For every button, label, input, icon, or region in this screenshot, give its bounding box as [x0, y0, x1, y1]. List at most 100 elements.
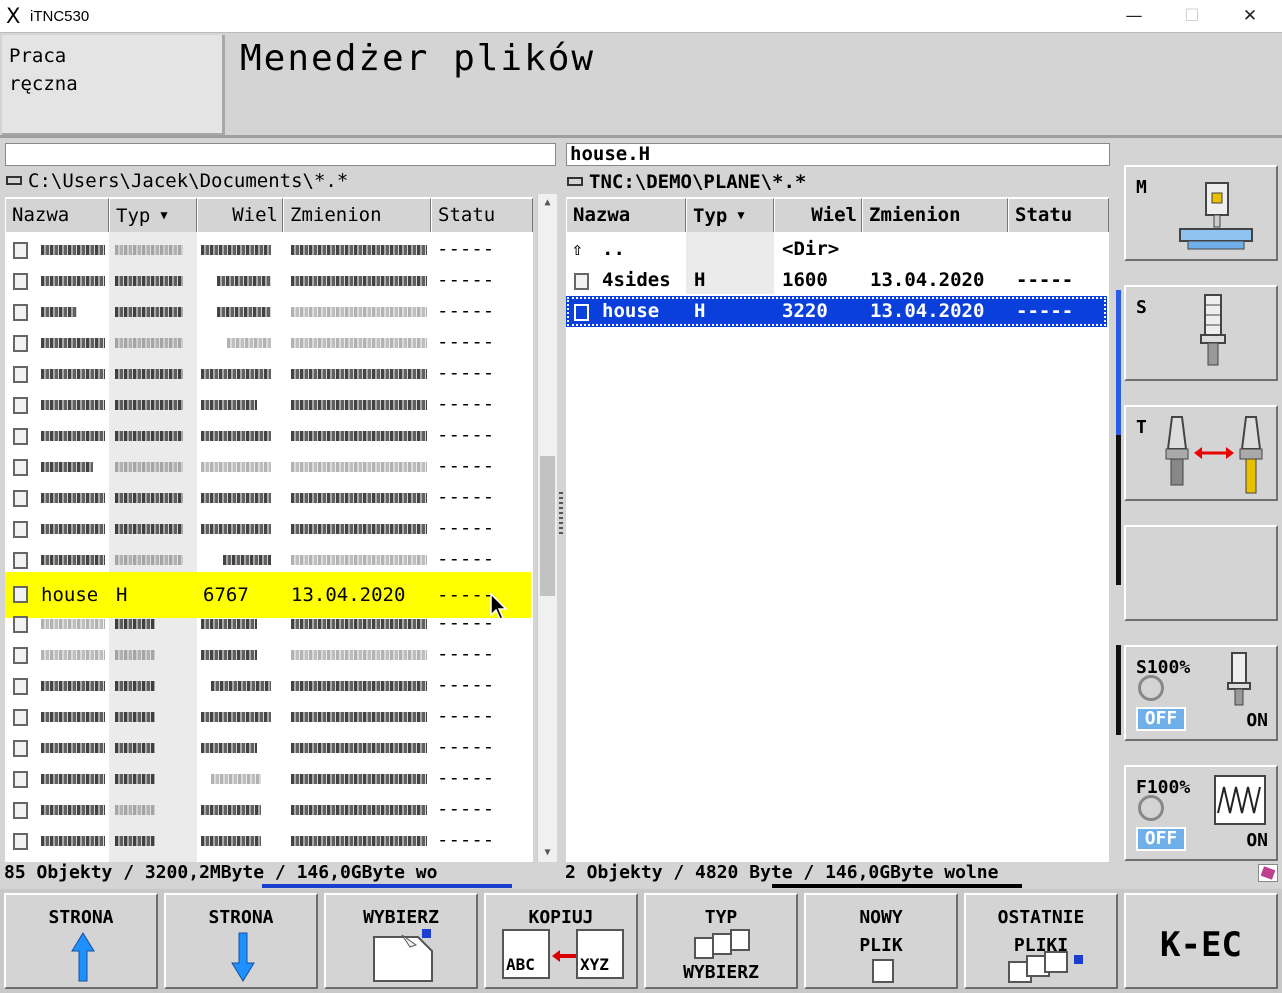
file-icon	[13, 459, 28, 476]
left-filter-input[interactable]	[5, 143, 556, 166]
machine-icon	[1179, 182, 1253, 250]
mouse-cursor-icon	[490, 593, 508, 620]
left-col-name[interactable]: Nazwa	[5, 198, 109, 233]
page-up-softkey[interactable]: STRONA	[4, 893, 158, 989]
right-col-size[interactable]: Wiel	[774, 198, 862, 233]
right-col-status[interactable]: Statu	[1008, 198, 1109, 233]
left-col-status[interactable]: Statu	[431, 198, 533, 233]
up-folder-icon: ⇧	[572, 239, 583, 260]
recent-files-softkey[interactable]: OSTATNIE PLIKI	[964, 893, 1118, 989]
s-override-on-label[interactable]: ON	[1246, 710, 1268, 731]
new-file-softkey[interactable]: NOWY PLIK	[804, 893, 958, 989]
file-icon	[13, 647, 28, 664]
file-icon	[13, 709, 28, 726]
right-col-type[interactable]: Typ ▼	[686, 198, 774, 233]
file-icon	[13, 366, 28, 383]
scroll-up-arrow-icon[interactable]: ▲	[538, 194, 557, 212]
list-item[interactable]: -----	[5, 513, 533, 544]
type-select-softkey[interactable]: TYP WYBIERZ	[644, 893, 798, 989]
list-item[interactable]: -----	[5, 701, 533, 732]
select-softkey[interactable]: WYBIERZ	[324, 893, 478, 989]
feed-zigzag-icon	[1214, 775, 1266, 825]
list-item[interactable]: -----	[5, 327, 533, 358]
right-filter-input[interactable]: house.H	[566, 143, 1110, 166]
file-icon	[13, 273, 28, 290]
right-pane-indicator	[772, 884, 1022, 888]
arrow-up-icon	[71, 932, 95, 982]
list-item[interactable]: -----	[5, 358, 533, 389]
left-col-size[interactable]: Wiel	[197, 198, 283, 233]
copy-softkey[interactable]: KOPIUJ ABC XYZ	[484, 893, 638, 989]
list-item[interactable]: -----	[5, 296, 533, 327]
selection-marker-icon	[1074, 955, 1083, 964]
file-icon	[13, 552, 28, 569]
list-item-highlighted[interactable]: house H 3220 13.04.2020 -----	[566, 296, 1107, 327]
left-file-list[interactable]: ----- ----- ----- ----- ----- ----- ----…	[5, 232, 533, 862]
end-softkey[interactable]: K-EC	[1124, 893, 1278, 989]
drive-icon	[6, 176, 22, 185]
list-item-parent-dir[interactable]: ⇧ .. <Dir>	[566, 234, 1109, 265]
t-tool-change-button[interactable]: T	[1124, 405, 1278, 501]
pane-splitter-handle[interactable]	[559, 492, 563, 534]
list-item[interactable]: -----	[5, 825, 533, 856]
s-override-button[interactable]: S100% OFF ON	[1124, 645, 1278, 741]
left-col-type[interactable]: Typ ▼	[109, 198, 197, 233]
list-item[interactable]: 4sides H 1600 13.04.2020 -----	[566, 265, 1109, 296]
list-item[interactable]: -----	[5, 608, 533, 639]
file-type-icon	[712, 933, 732, 955]
list-item[interactable]: -----	[5, 794, 533, 825]
spindle-icon	[1200, 294, 1226, 366]
file-icon	[13, 242, 28, 259]
list-item[interactable]: -----	[5, 234, 533, 265]
list-item[interactable]: -----	[5, 420, 533, 451]
f-override-on-label[interactable]: ON	[1246, 830, 1268, 851]
scroll-thumb[interactable]	[540, 456, 555, 596]
list-item[interactable]: -----	[5, 544, 533, 575]
side-scroll-track-lower	[1116, 645, 1121, 735]
s-spindle-button[interactable]: S	[1124, 285, 1278, 381]
maximize-button[interactable]: ☐	[1163, 0, 1221, 33]
right-path: TNC:\DEMO\PLANE\*.*	[589, 171, 807, 193]
list-item[interactable]: -----	[5, 670, 533, 701]
right-file-list[interactable]: ⇧ .. <Dir> 4sides H 1600 13.04.2020 ----…	[566, 232, 1109, 862]
file-icon	[13, 678, 28, 695]
f-override-off-badge[interactable]: OFF	[1136, 827, 1186, 851]
left-pane-active-indicator	[262, 884, 512, 888]
file-icon	[574, 304, 589, 321]
sort-down-icon: ▼	[160, 208, 168, 222]
minimize-button[interactable]: —	[1105, 0, 1163, 33]
left-scrollbar[interactable]: ▲ ▼	[537, 194, 557, 862]
list-item[interactable]: -----	[5, 763, 533, 794]
right-status-line: 2 Objekty / 4820 Byte / 146,0GByte wolne	[565, 862, 999, 883]
file-icon	[13, 397, 28, 414]
list-item[interactable]: -----	[5, 732, 533, 763]
select-file-icon	[373, 929, 433, 982]
mode-label-line1: Praca	[9, 45, 67, 67]
file-type-icon	[694, 937, 714, 959]
new-file-icon	[872, 959, 894, 983]
right-col-modified[interactable]: Zmienion	[862, 198, 1008, 233]
list-item[interactable]: -----	[5, 451, 533, 482]
app-logo-icon: X	[6, 4, 21, 28]
left-col-modified[interactable]: Zmienion	[283, 198, 431, 233]
list-item[interactable]: -----	[5, 639, 533, 670]
scroll-down-arrow-icon[interactable]: ▼	[538, 844, 557, 862]
right-col-name[interactable]: Nazwa	[566, 198, 686, 233]
file-icon	[13, 586, 28, 603]
m-function-button[interactable]: M	[1124, 165, 1278, 261]
file-icon	[13, 490, 28, 507]
side-scroll-indicator	[1116, 290, 1121, 435]
tray-icon[interactable]	[1258, 864, 1278, 882]
right-column-headers: Nazwa Typ ▼ Wiel Zmienion Statu	[566, 197, 1109, 233]
page-down-softkey[interactable]: STRONA	[164, 893, 318, 989]
empty-side-button[interactable]	[1124, 525, 1278, 621]
f-override-button[interactable]: F100% OFF ON	[1124, 765, 1278, 861]
list-item[interactable]: -----	[5, 482, 533, 513]
file-icon	[13, 521, 28, 538]
close-button[interactable]: ✕	[1221, 0, 1279, 33]
list-item[interactable]: -----	[5, 265, 533, 296]
s-override-off-badge[interactable]: OFF	[1136, 707, 1186, 731]
list-item[interactable]: -----	[5, 389, 533, 420]
file-icon	[13, 802, 28, 819]
dial-icon	[1138, 795, 1164, 821]
